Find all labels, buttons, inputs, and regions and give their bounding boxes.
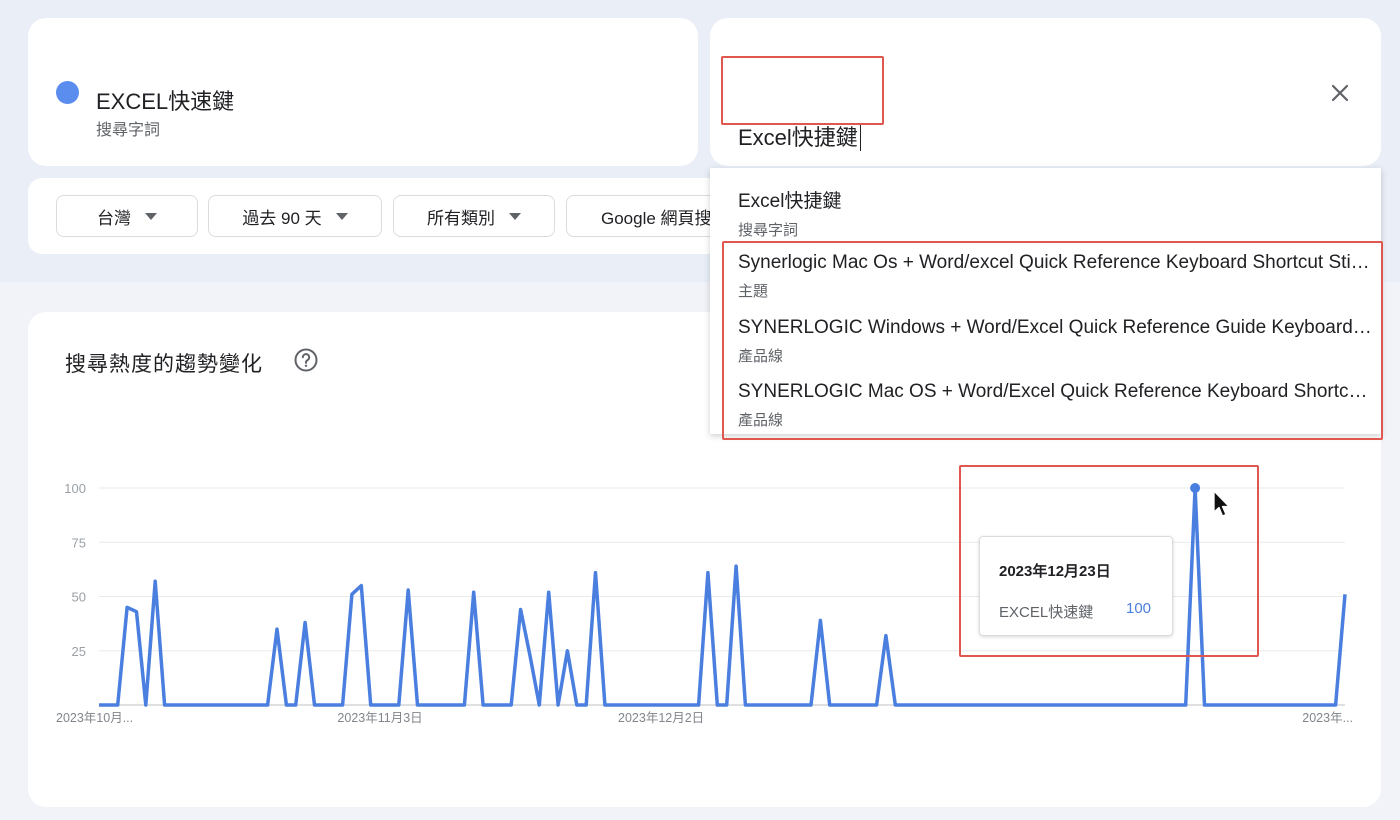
tooltip-date: 2023年12月23日 — [999, 563, 1111, 580]
peak-point[interactable] — [1190, 483, 1201, 493]
suggestion-item[interactable]: SYNERLOGIC Mac OS + Word/Excel Quick Ref… — [710, 381, 1381, 430]
y-tick-label: 25 — [72, 644, 86, 659]
suggestion-item[interactable]: Excel快捷鍵 搜尋字詞 — [710, 186, 1381, 240]
suggestion-type: 產品線 — [738, 348, 784, 365]
filter-bar: 台灣 過去 90 天 所有類別 Google 網頁搜 — [28, 178, 728, 254]
suggestion-type: 主題 — [738, 283, 769, 300]
close-icon — [1331, 84, 1349, 102]
chevron-down-icon — [509, 212, 521, 220]
suggestion-item[interactable]: Synerlogic Mac Os + Word/excel Quick Ref… — [710, 252, 1381, 301]
x-tick-label: 2023年12月2日 — [618, 711, 704, 725]
chevron-down-icon — [145, 212, 157, 220]
suggestion-title: SYNERLOGIC Windows + Word/Excel Quick Re… — [738, 317, 1374, 338]
text-caret — [859, 123, 862, 152]
suggestion-type: 搜尋字詞 — [738, 222, 799, 239]
suggestion-item[interactable]: SYNERLOGIC Windows + Word/Excel Quick Re… — [710, 317, 1381, 366]
chart-tooltip: 2023年12月23日 EXCEL快速鍵 100 — [979, 536, 1173, 636]
search-type-filter[interactable]: Google 網頁搜 — [566, 195, 728, 237]
compare-search-card: Excel快捷鍵 — [710, 18, 1381, 166]
close-button[interactable] — [1322, 75, 1358, 111]
suggestion-title: Synerlogic Mac Os + Word/excel Quick Ref… — [738, 252, 1374, 273]
region-filter[interactable]: 台灣 — [56, 195, 198, 237]
term-type: 搜尋字詞 — [96, 122, 161, 139]
time-range-filter-label: 過去 90 天 — [242, 208, 322, 228]
category-filter-label: 所有類別 — [427, 208, 495, 228]
compare-search-input[interactable]: Excel快捷鍵 — [710, 58, 1270, 152]
search-input-value[interactable]: Excel快捷鍵 — [738, 120, 862, 152]
tooltip-value: 100 — [1126, 600, 1152, 617]
x-tick-label: 2023年... — [1302, 711, 1353, 725]
suggestion-dropdown: Excel快捷鍵 搜尋字詞 Synerlogic Mac Os + Word/e… — [710, 168, 1381, 434]
search-type-filter-label: Google 網頁搜 — [601, 208, 712, 228]
x-tick-label: 2023年11月3日 — [337, 711, 422, 725]
suggestion-type: 產品線 — [738, 412, 784, 429]
tooltip-term: EXCEL快速鍵 — [999, 604, 1094, 621]
term-color-dot — [56, 81, 79, 104]
term-card[interactable]: EXCEL快速鍵 搜尋字詞 — [28, 18, 698, 166]
suggestion-title: Excel快捷鍵 — [738, 191, 842, 212]
term-name: EXCEL快速鍵 — [96, 89, 235, 114]
chevron-down-icon — [335, 212, 348, 220]
category-filter[interactable]: 所有類別 — [393, 195, 555, 237]
y-tick-label: 75 — [72, 535, 86, 550]
y-tick-label: 100 — [64, 481, 86, 496]
y-tick-label: 50 — [72, 590, 86, 605]
x-tick-label: 2023年10月... — [56, 711, 133, 725]
region-filter-label: 台灣 — [97, 208, 131, 228]
suggestion-title: SYNERLOGIC Mac OS + Word/Excel Quick Ref… — [738, 381, 1374, 402]
time-range-filter[interactable]: 過去 90 天 — [208, 195, 382, 237]
